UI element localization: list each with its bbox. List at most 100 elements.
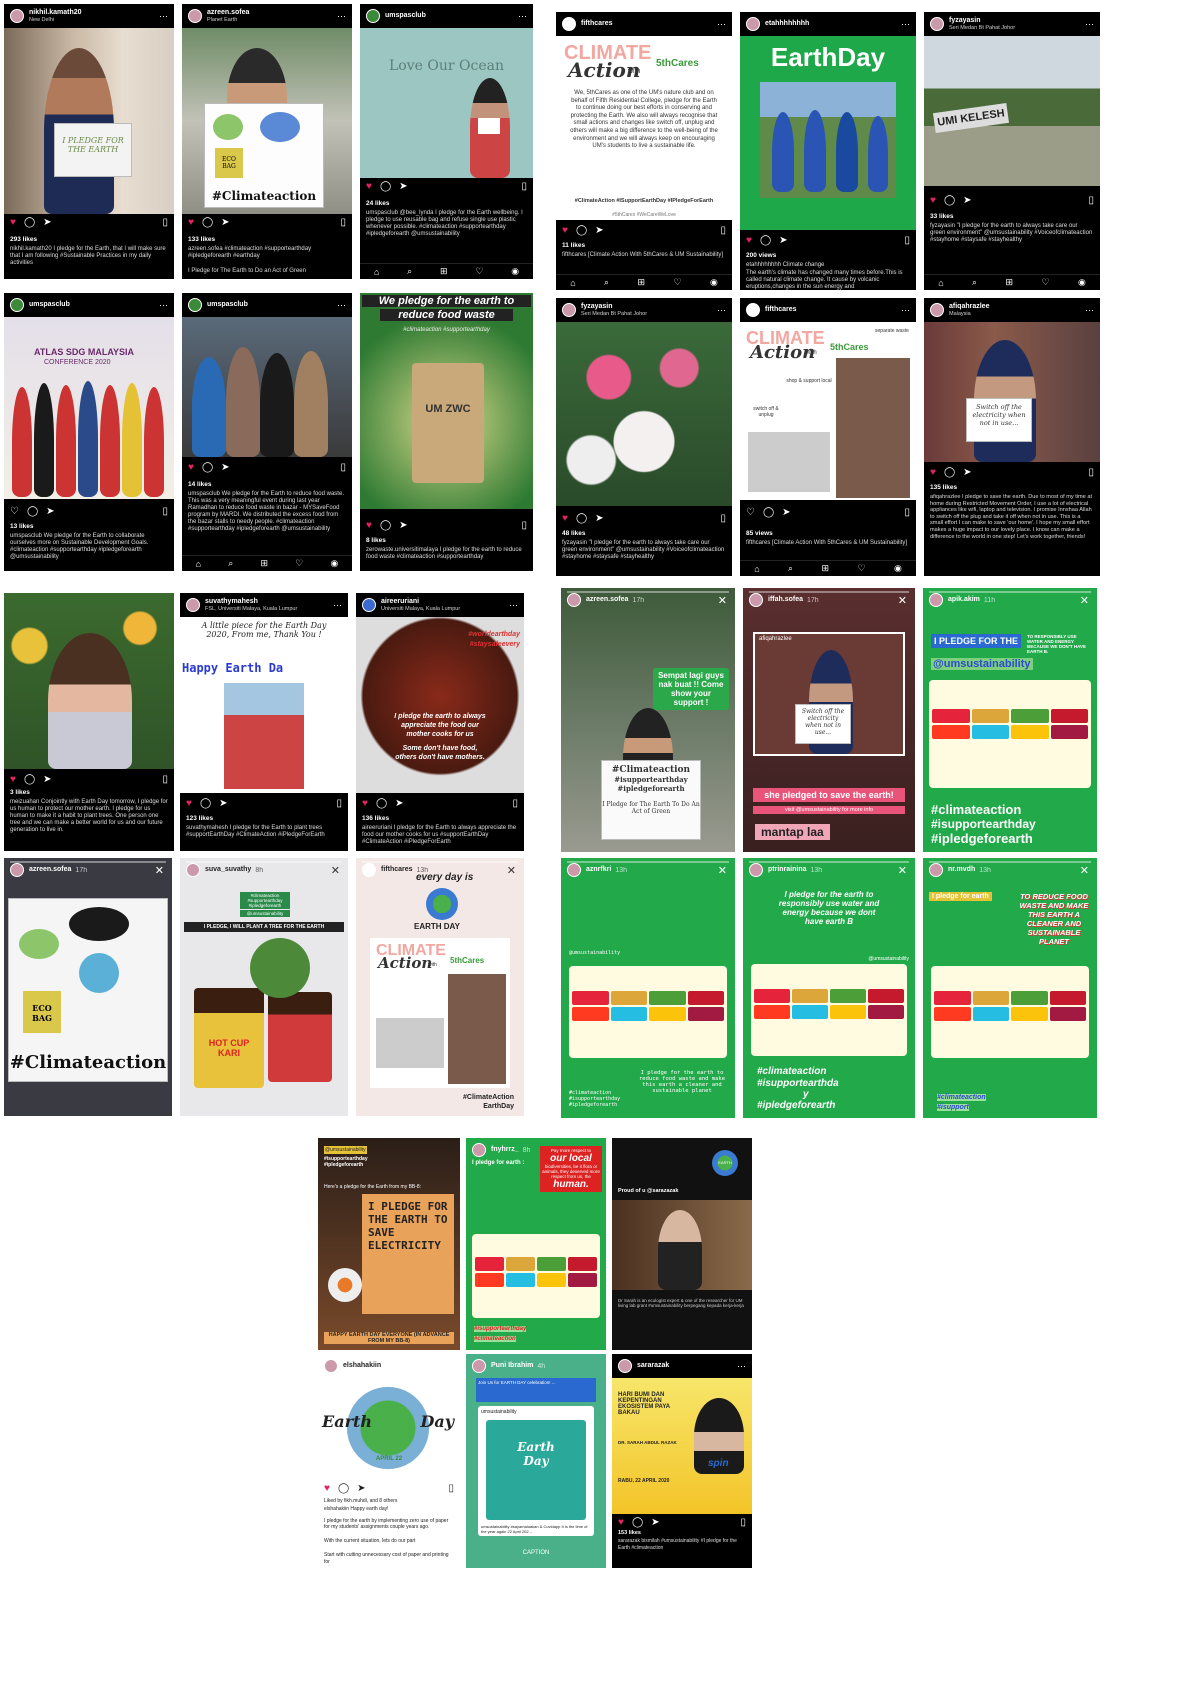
comment-icon[interactable]: ◯ [200,798,211,809]
like-count[interactable]: 293 likes [10,236,37,243]
bookmark-icon[interactable]: ▯ [162,506,168,517]
share-icon[interactable]: ➤ [399,181,407,192]
avatar[interactable] [746,303,760,317]
like-count[interactable]: 8 likes [366,537,386,544]
username[interactable]: aireeruriani [381,598,460,606]
avatar[interactable] [188,9,202,23]
close-icon[interactable]: ✕ [718,864,727,877]
like-count[interactable]: 48 likes [562,530,586,537]
view-count[interactable]: 200 views [746,252,776,259]
close-icon[interactable]: ✕ [898,864,907,877]
home-icon[interactable]: ⌂ [754,564,759,574]
comment-icon[interactable]: ◯ [27,506,38,517]
username[interactable]: umspasclub [207,301,248,309]
comment-icon[interactable]: ◯ [24,774,35,785]
heart-icon[interactable]: ♥ [746,235,752,246]
like-count[interactable]: 14 likes [188,481,212,488]
share-icon[interactable]: ➤ [963,195,971,206]
post-card[interactable]: nikhil.kamath20 New Delhi ⋯ I PLEDGE FOR T… [4,4,174,279]
avatar[interactable] [749,863,763,877]
bookmark-icon[interactable]: ▯ [720,513,726,524]
view-count[interactable]: 85 views [746,530,773,537]
story-card[interactable]: fifthcares 13h ✕ every day is EARTH DAY C… [356,858,524,1116]
comment-icon[interactable]: ◯ [24,217,35,228]
more-icon[interactable]: ⋯ [717,305,726,316]
heart-icon[interactable]: ♡ [673,277,681,288]
profile-icon[interactable]: ◉ [894,563,902,574]
bookmark-icon[interactable]: ▯ [512,798,518,809]
username[interactable]: etahhhhhhhh [765,20,809,28]
heart-icon[interactable]: ♥ [362,798,368,809]
story-card[interactable]: ptrinrainina 13h ✕ I pledge for the earth… [743,858,915,1118]
bookmark-icon[interactable]: ▯ [336,798,342,809]
bookmark-icon[interactable]: ▯ [1088,195,1094,206]
comment-icon[interactable]: ◯ [376,798,387,809]
comment-icon[interactable]: ◯ [202,217,213,228]
bookmark-icon[interactable]: ▯ [448,1483,454,1494]
username[interactable]: fifthcares [765,306,797,314]
heart-icon[interactable]: ♥ [930,195,936,206]
add-icon[interactable]: ⊞ [1006,277,1014,288]
comment-icon[interactable]: ◯ [338,1483,349,1494]
close-icon[interactable]: ✕ [331,864,340,877]
more-icon[interactable]: ⋯ [1085,19,1094,30]
bookmark-icon[interactable]: ▯ [1088,467,1094,478]
heart-icon[interactable]: ♥ [930,467,936,478]
search-icon[interactable]: ⌕ [604,277,609,288]
like-count[interactable]: 13 likes [10,523,34,530]
avatar[interactable] [567,863,581,877]
like-count[interactable]: 3 likes [10,789,30,796]
heart-icon[interactable]: ♥ [562,225,568,236]
more-icon[interactable]: ⋯ [737,1361,746,1372]
avatar[interactable] [562,303,576,317]
add-icon[interactable]: ⊞ [260,558,268,569]
username[interactable]: elshahakiin [343,1362,381,1370]
story-card[interactable]: nr.mvdh 13h ✕ I pledge for earth TO REDUC… [923,858,1097,1118]
more-icon[interactable]: ⋯ [159,300,168,311]
avatar[interactable] [930,303,944,317]
share-icon[interactable]: ➤ [46,506,54,517]
comment-icon[interactable]: ◯ [760,235,771,246]
username[interactable]: fifthcares [381,866,413,874]
heart-icon[interactable]: ♥ [562,513,568,524]
search-icon[interactable]: ⌕ [407,266,412,277]
username[interactable]: azreen.sofea [207,9,249,17]
add-icon[interactable]: ⊞ [638,277,646,288]
share-icon[interactable]: ➤ [779,235,787,246]
more-icon[interactable]: ⋯ [159,11,168,22]
more-icon[interactable]: ⋯ [1085,305,1094,316]
username[interactable]: fifthcares [581,20,613,28]
avatar[interactable] [618,1359,632,1373]
more-icon[interactable]: ⋯ [901,19,910,30]
location[interactable]: FSL, Universiti Malaya, Kuala Lumpur [205,606,297,612]
avatar[interactable] [10,9,24,23]
story-card[interactable]: azreen.sofea 17h ✕ Sempat lagi guys nak b… [561,588,735,852]
more-icon[interactable]: ⋯ [333,600,342,611]
avatar[interactable] [186,598,200,612]
story-card[interactable]: azreen.sofea 17h ✕ ECO BAG #Climateaction [4,858,172,1116]
share-icon[interactable]: ➤ [963,467,971,478]
share-icon[interactable]: ➤ [595,225,603,236]
username[interactable]: azreen.sofea [586,596,628,604]
profile-icon[interactable]: ◉ [331,558,339,569]
avatar[interactable] [324,1359,338,1373]
avatar[interactable] [472,1359,486,1373]
username[interactable]: Puni Ibrahim [491,1362,533,1370]
bookmark-icon[interactable]: ▯ [904,235,910,246]
story-card[interactable]: apik.akim 11h ✕ I PLEDGE FOR THE TO RESPO… [923,588,1097,852]
story-card[interactable]: Puni Ibrahim 4h Join Us for EARTH DAY cel… [466,1354,606,1568]
story-card[interactable]: suva_suvathy 8h ✕ #climateaction #support… [180,858,348,1116]
comment-icon[interactable]: ◯ [632,1517,643,1528]
like-count[interactable]: 135 likes [930,484,957,491]
post-card[interactable]: umspasclub ⋯ ♥ ◯ ➤ ▯ 14 likes umspasclub We … [182,293,352,571]
avatar[interactable] [567,593,581,607]
comment-icon[interactable]: ◯ [576,225,587,236]
heart-icon[interactable]: ♡ [475,266,483,277]
location[interactable]: Universiti Malaya, Kuala Lumpur [381,606,460,612]
profile-icon[interactable]: ◉ [1078,277,1086,288]
bookmark-icon[interactable]: ▯ [904,507,910,518]
post-card[interactable]: fifthcares ⋯ CLIMATE Action with 5thCares… [556,12,732,290]
comment-icon[interactable]: ◯ [944,467,955,478]
location[interactable]: Seri Medan Bt Pahat Johor [949,25,1015,31]
comment-icon[interactable]: ◯ [763,507,774,518]
